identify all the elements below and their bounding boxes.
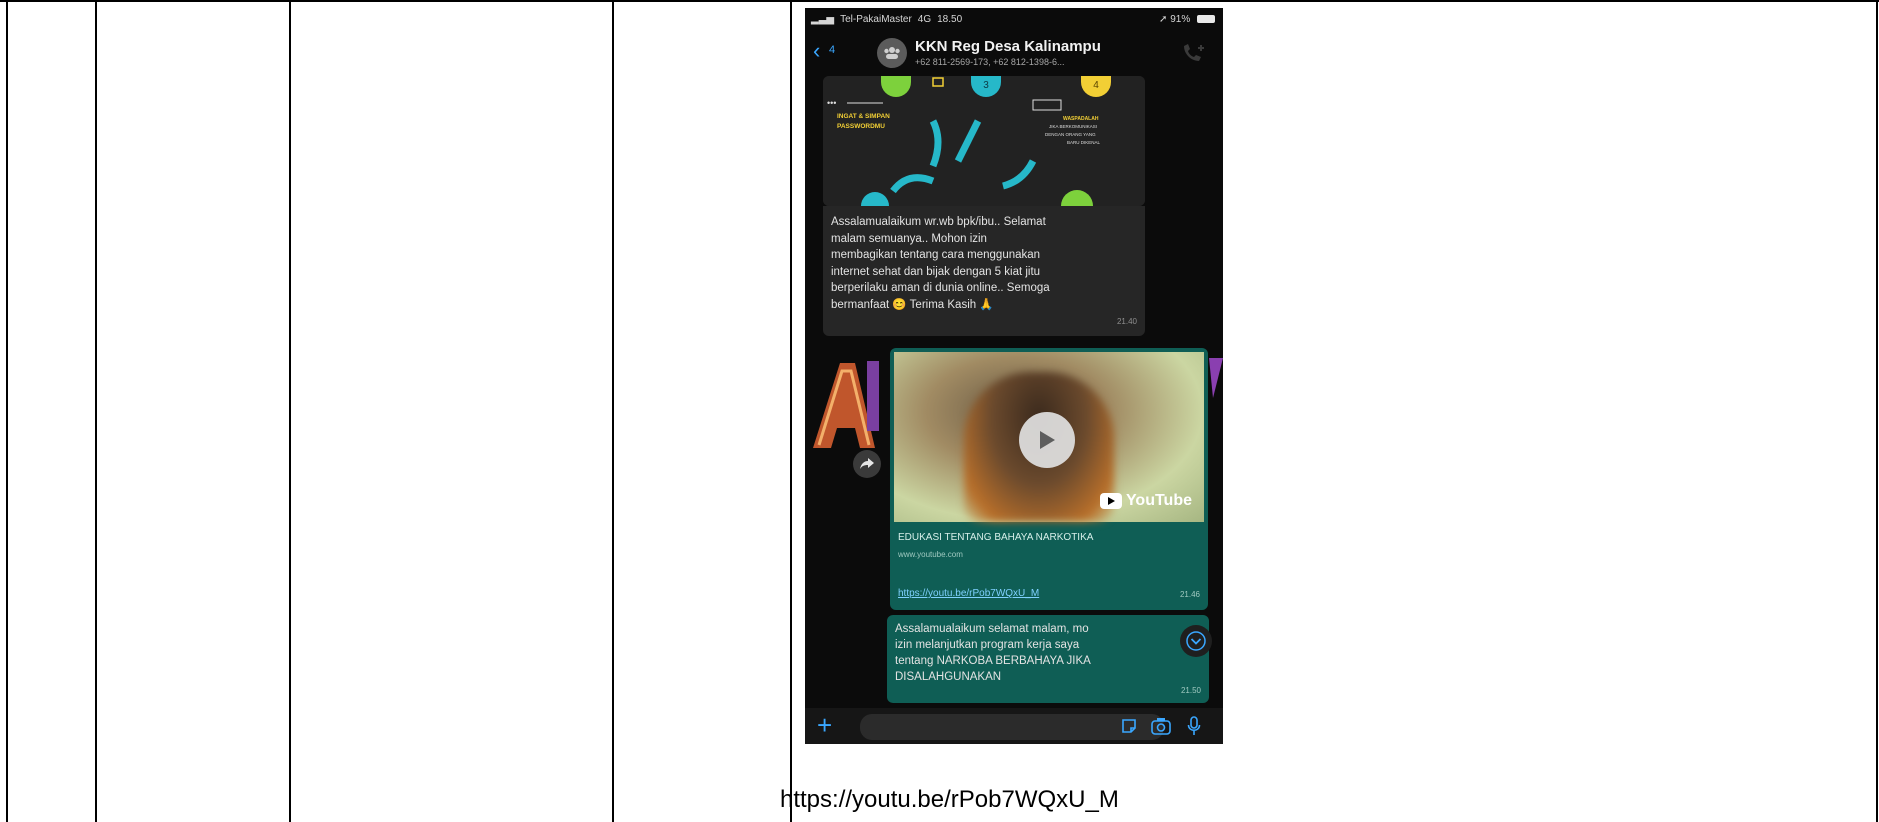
status-right: ➚ 91% [1159, 14, 1215, 25]
infographic-right-text: WASPADALAH [1063, 116, 1099, 122]
message-time: 21.40 [1116, 316, 1137, 326]
message-time: 21.46 [1179, 590, 1200, 599]
microphone-icon[interactable] [1187, 716, 1201, 736]
sticker-fragment [1209, 358, 1223, 398]
menu-dots: ••• [827, 98, 836, 108]
youtube-logo: YouTube [1099, 492, 1192, 510]
chat-participants: +62 811-2569-173, +62 812-1398-6... [915, 57, 1065, 67]
youtube-label: YouTube [1125, 492, 1192, 509]
add-call-icon[interactable] [1181, 42, 1207, 64]
message-time: 21.50 [1180, 686, 1201, 695]
message-line: tentang NARKOBA BERBAHAYA JIKA [895, 655, 1091, 667]
infographic-left-text: PASSWORDMU [837, 123, 885, 130]
table-column-border [6, 0, 8, 822]
message-line: berperilaku aman di dunia online.. Semog… [831, 282, 1050, 294]
message-line: malam semuanya.. Mohon izin [831, 232, 987, 245]
table-top-border [0, 0, 1879, 2]
infographic-graphic: 3 4 ••• INGAT & SIMPAN PASSWORDMU WASPAD… [823, 76, 1145, 206]
table-column-border [1876, 0, 1878, 822]
play-icon [1040, 431, 1055, 449]
play-button[interactable] [1019, 412, 1075, 468]
plus-icon[interactable]: + [817, 712, 832, 738]
message-input[interactable] [860, 714, 1164, 740]
message-line: internet sehat dan bijak dengan 5 kiat j… [831, 265, 1041, 278]
message-line: Assalamualaikum selamat malam, mo [895, 623, 1089, 635]
message-line: izin melanjutkan program kerja saya [895, 639, 1080, 651]
forward-button[interactable] [853, 450, 881, 478]
infographic-right-text: BARU DIKENAL [1067, 140, 1101, 145]
signal-icon: ▂▃▅ [811, 13, 835, 25]
table-column-border [612, 0, 614, 822]
whatsapp-screenshot: ▂▃▅ Tel-PakaiMaster 4G 18.50 ➚ 91% ‹ 4 K… [805, 8, 1223, 744]
sticker-image[interactable] [805, 353, 883, 453]
video-thumbnail[interactable]: YouTube [894, 352, 1204, 522]
youtube-url-caption[interactable]: https://youtu.be/rPob7WQxU_M [780, 786, 1119, 814]
location-icon: ➚ [1159, 13, 1168, 25]
back-arrow-icon[interactable]: ‹ [813, 40, 820, 62]
infographic-right-text: JIKA BERKOMUNIKASI [1049, 124, 1097, 129]
carrier-name: Tel-PakaiMaster [840, 13, 912, 25]
step-number: 4 [1093, 80, 1099, 91]
network-type: 4G [917, 13, 932, 25]
link-preview-domain: www.youtube.com [898, 550, 963, 559]
message-bubble[interactable]: Assalamualaikum wr.wb bpk/ibu.. Selamat … [823, 206, 1145, 336]
message-bubble[interactable]: Assalamualaikum selamat malam, mo izin m… [887, 615, 1209, 703]
youtube-icon [1099, 493, 1122, 509]
chat-title[interactable]: KKN Reg Desa Kalinampu [915, 38, 1101, 55]
scroll-to-bottom-button[interactable] [1180, 625, 1212, 657]
battery-icon [1197, 14, 1215, 23]
message-line: bermanfaat 😊 Terima Kasih 🙏 [831, 298, 994, 311]
forward-icon [860, 458, 874, 469]
unread-count[interactable]: 4 [829, 44, 835, 56]
infographic-image[interactable]: 3 4 ••• INGAT & SIMPAN PASSWORDMU WASPAD… [823, 76, 1145, 206]
table-column-border [790, 0, 792, 822]
battery-level: 91% [1170, 13, 1191, 25]
message-line: DISALAHGUNAKAN [895, 671, 1002, 683]
infographic-right-text: DENGAN ORANG YANG [1045, 132, 1096, 137]
status-time: 18.50 [937, 13, 963, 25]
message-line: membagikan tentang cara menggunakan [831, 249, 1041, 261]
message-input-bar: + [805, 708, 1223, 744]
status-bar: ▂▃▅ Tel-PakaiMaster 4G 18.50 ➚ 91% [805, 8, 1223, 30]
group-people-icon [884, 47, 900, 59]
table-column-border [289, 0, 291, 822]
chat-header: ‹ 4 KKN Reg Desa Kalinampu +62 811-2569-… [805, 30, 1223, 74]
table-column-border [95, 0, 97, 822]
link-preview-title: EDUKASI TENTANG BAHAYA NARKOTIKA [898, 532, 1094, 543]
chevron-down-icon [1186, 631, 1206, 651]
video-link[interactable]: https://youtu.be/rPob7WQxU_M [898, 588, 1039, 599]
infographic-left-text: INGAT & SIMPAN [837, 113, 890, 120]
camera-icon[interactable] [1151, 717, 1171, 735]
video-message-bubble[interactable]: YouTube EDUKASI TENTANG BAHAYA NARKOTIKA… [890, 348, 1208, 610]
message-line: Assalamualaikum wr.wb bpk/ibu.. Selamat [831, 216, 1046, 228]
step-number: 3 [983, 80, 989, 91]
group-avatar[interactable] [877, 38, 907, 68]
sticker-icon[interactable] [1121, 718, 1137, 734]
